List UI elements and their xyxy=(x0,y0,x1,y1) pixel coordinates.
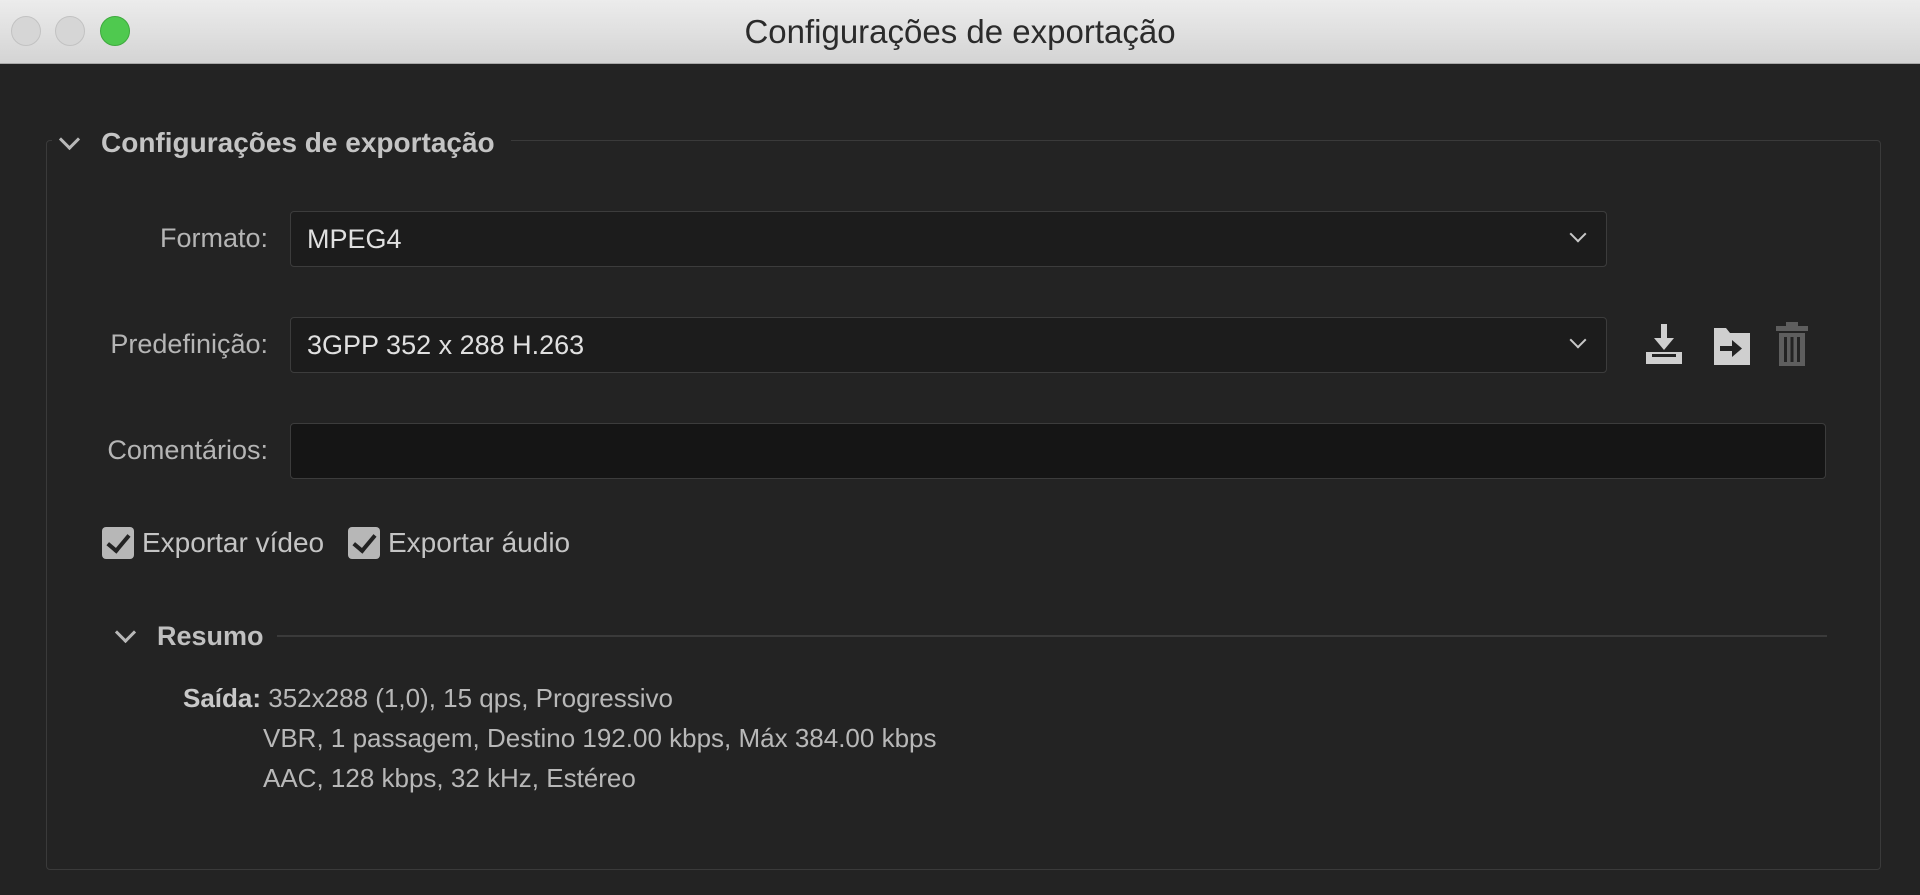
section-title: Configurações de exportação xyxy=(101,127,495,158)
preset-value: 3GPP 352 x 288 H.263 xyxy=(307,330,585,360)
title-bar: Configurações de exportação xyxy=(0,0,1920,64)
chevron-down-icon[interactable] xyxy=(114,621,137,644)
export-video-checkbox[interactable]: Exportar vídeo xyxy=(102,527,324,559)
preset-label: Predefinição: xyxy=(110,329,268,359)
divider xyxy=(277,635,1827,637)
summary-title: Resumo xyxy=(157,621,264,651)
checkmark-icon[interactable] xyxy=(348,527,380,559)
output-key: Saída: xyxy=(183,683,262,713)
chevron-down-icon xyxy=(1569,331,1587,349)
format-label: Formato: xyxy=(159,223,268,253)
export-audio-checkbox[interactable]: Exportar áudio xyxy=(348,527,570,559)
summary-line: 352x288 (1,0), 15 qps, Progressivo xyxy=(268,683,673,713)
summary-header[interactable]: Resumo xyxy=(110,621,264,652)
summary-line: VBR, 1 passagem, Destino 192.00 kbps, Má… xyxy=(263,723,937,753)
delete-preset-button[interactable] xyxy=(1770,320,1814,370)
save-preset-button[interactable] xyxy=(1642,320,1686,370)
export-audio-label[interactable]: Exportar áudio xyxy=(388,527,570,559)
export-settings-header[interactable]: Configurações de exportação xyxy=(52,122,511,164)
save-preset-icon xyxy=(1646,324,1682,364)
chevron-down-icon[interactable] xyxy=(58,128,81,150)
import-preset-button[interactable] xyxy=(1710,320,1754,370)
summary-output: Saída: 352x288 (1,0), 15 qps, Progressiv… xyxy=(183,678,937,798)
comments-input[interactable] xyxy=(290,423,1826,479)
checkmark-icon[interactable] xyxy=(102,527,134,559)
comments-label: Comentários: xyxy=(107,435,268,465)
format-value: MPEG4 xyxy=(307,224,402,254)
chevron-down-icon xyxy=(1569,225,1587,243)
export-video-label[interactable]: Exportar vídeo xyxy=(142,527,324,559)
summary-line: AAC, 128 kbps, 32 kHz, Estéreo xyxy=(263,763,636,793)
delete-preset-icon xyxy=(1776,322,1808,366)
format-select[interactable]: MPEG4 xyxy=(290,211,1607,267)
window-title: Configurações de exportação xyxy=(744,13,1176,50)
preset-select[interactable]: 3GPP 352 x 288 H.263 xyxy=(290,317,1607,373)
import-preset-icon xyxy=(1714,328,1750,365)
